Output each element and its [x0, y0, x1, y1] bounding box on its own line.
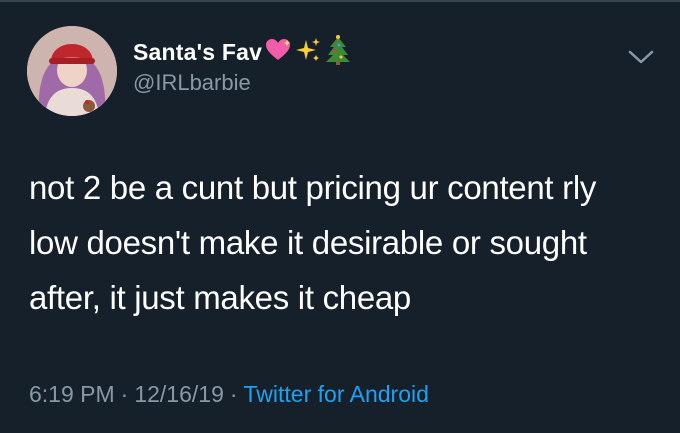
sparkling-heart-icon — [265, 38, 291, 67]
display-name-row[interactable]: Santa's Fav — [133, 34, 351, 70]
tweet-text: not 2 be a cunt but pricing ur content r… — [29, 160, 659, 325]
chevron-down-icon[interactable] — [626, 44, 656, 68]
tweet-line: low doesn't make it desirable or sought — [29, 224, 587, 261]
tweet-card: Santa's Fav @IRLbarbie not 2 be a cunt b… — [0, 0, 680, 433]
avatar-image — [27, 26, 117, 116]
tweet-line: after, it just makes it cheap — [29, 279, 411, 316]
avatar[interactable] — [27, 26, 117, 116]
display-name[interactable]: Santa's Fav — [133, 39, 262, 66]
sparkles-icon — [294, 36, 322, 69]
separator-dot: · — [120, 381, 129, 407]
christmas-tree-icon — [325, 34, 351, 70]
tweet-date[interactable]: 12/16/19 — [134, 381, 224, 407]
tweet-line: not 2 be a cunt but pricing ur content r… — [29, 169, 597, 206]
top-divider — [0, 0, 680, 2]
tweet-metadata: 6:19 PM · 12/16/19 · Twitter for Android — [29, 381, 429, 408]
separator-dot: · — [229, 381, 238, 407]
tweet-time[interactable]: 6:19 PM — [29, 381, 115, 407]
tweet-source-link[interactable]: Twitter for Android — [244, 381, 429, 407]
user-handle[interactable]: @IRLbarbie — [133, 70, 251, 96]
